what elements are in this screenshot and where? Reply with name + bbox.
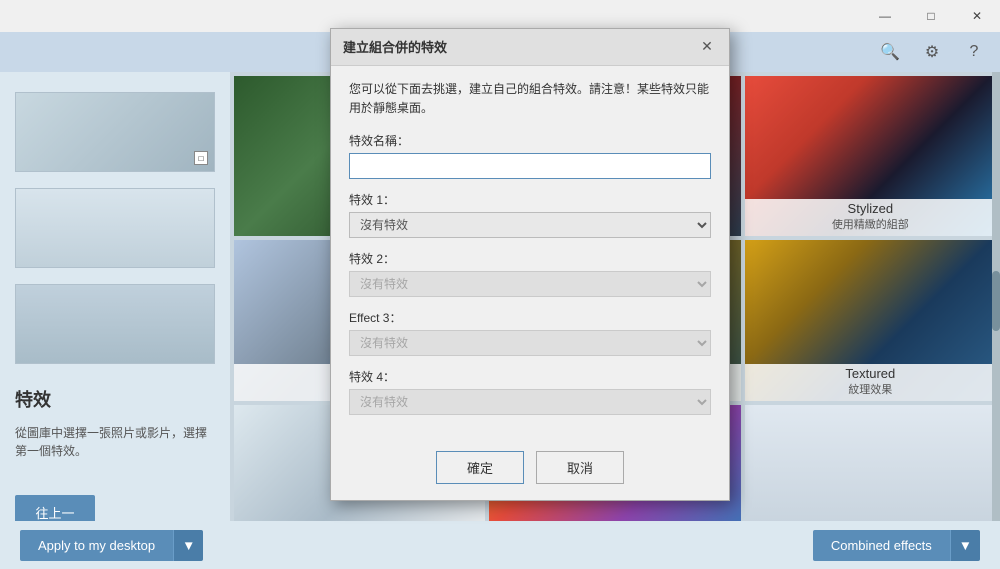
effect3-select[interactable]: 沒有特效 (349, 330, 711, 356)
dialog-ok-button[interactable]: 確定 (436, 451, 524, 484)
dialog-cancel-button[interactable]: 取消 (536, 451, 624, 484)
dialog-overlay: 建立組合併的特效 ✕ 您可以從下面去挑選，建立自己的組合特效。請注意！某些特效只… (0, 0, 1000, 569)
dialog-body: 您可以從下面去挑選，建立自己的組合特效。請注意！某些特效只能用於靜態桌面。 特效… (331, 66, 729, 441)
effect1-group: 特效 1： 沒有特效 (349, 191, 711, 238)
dialog-close-button[interactable]: ✕ (697, 37, 717, 57)
effect4-select[interactable]: 沒有特效 (349, 389, 711, 415)
effect4-label: 特效 4： (349, 368, 711, 385)
effect3-group: Effect 3： 沒有特效 (349, 309, 711, 356)
dialog-title-bar: 建立組合併的特效 ✕ (331, 29, 729, 66)
effect2-group: 特效 2： 沒有特效 (349, 250, 711, 297)
effect-name-label: 特效名稱： (349, 132, 711, 149)
effect3-label: Effect 3： (349, 309, 711, 326)
effect-name-input[interactable] (349, 153, 711, 179)
dialog: 建立組合併的特效 ✕ 您可以從下面去挑選，建立自己的組合特效。請注意！某些特效只… (330, 28, 730, 501)
effect4-group: 特效 4： 沒有特效 (349, 368, 711, 415)
effect2-label: 特效 2： (349, 250, 711, 267)
effect2-select[interactable]: 沒有特效 (349, 271, 711, 297)
dialog-title: 建立組合併的特效 (343, 37, 447, 56)
effect1-label: 特效 1： (349, 191, 711, 208)
dialog-description: 您可以從下面去挑選，建立自己的組合特效。請注意！某些特效只能用於靜態桌面。 (349, 80, 711, 118)
effect-name-group: 特效名稱： (349, 132, 711, 179)
dialog-footer: 確定 取消 (331, 441, 729, 500)
effect1-select[interactable]: 沒有特效 (349, 212, 711, 238)
